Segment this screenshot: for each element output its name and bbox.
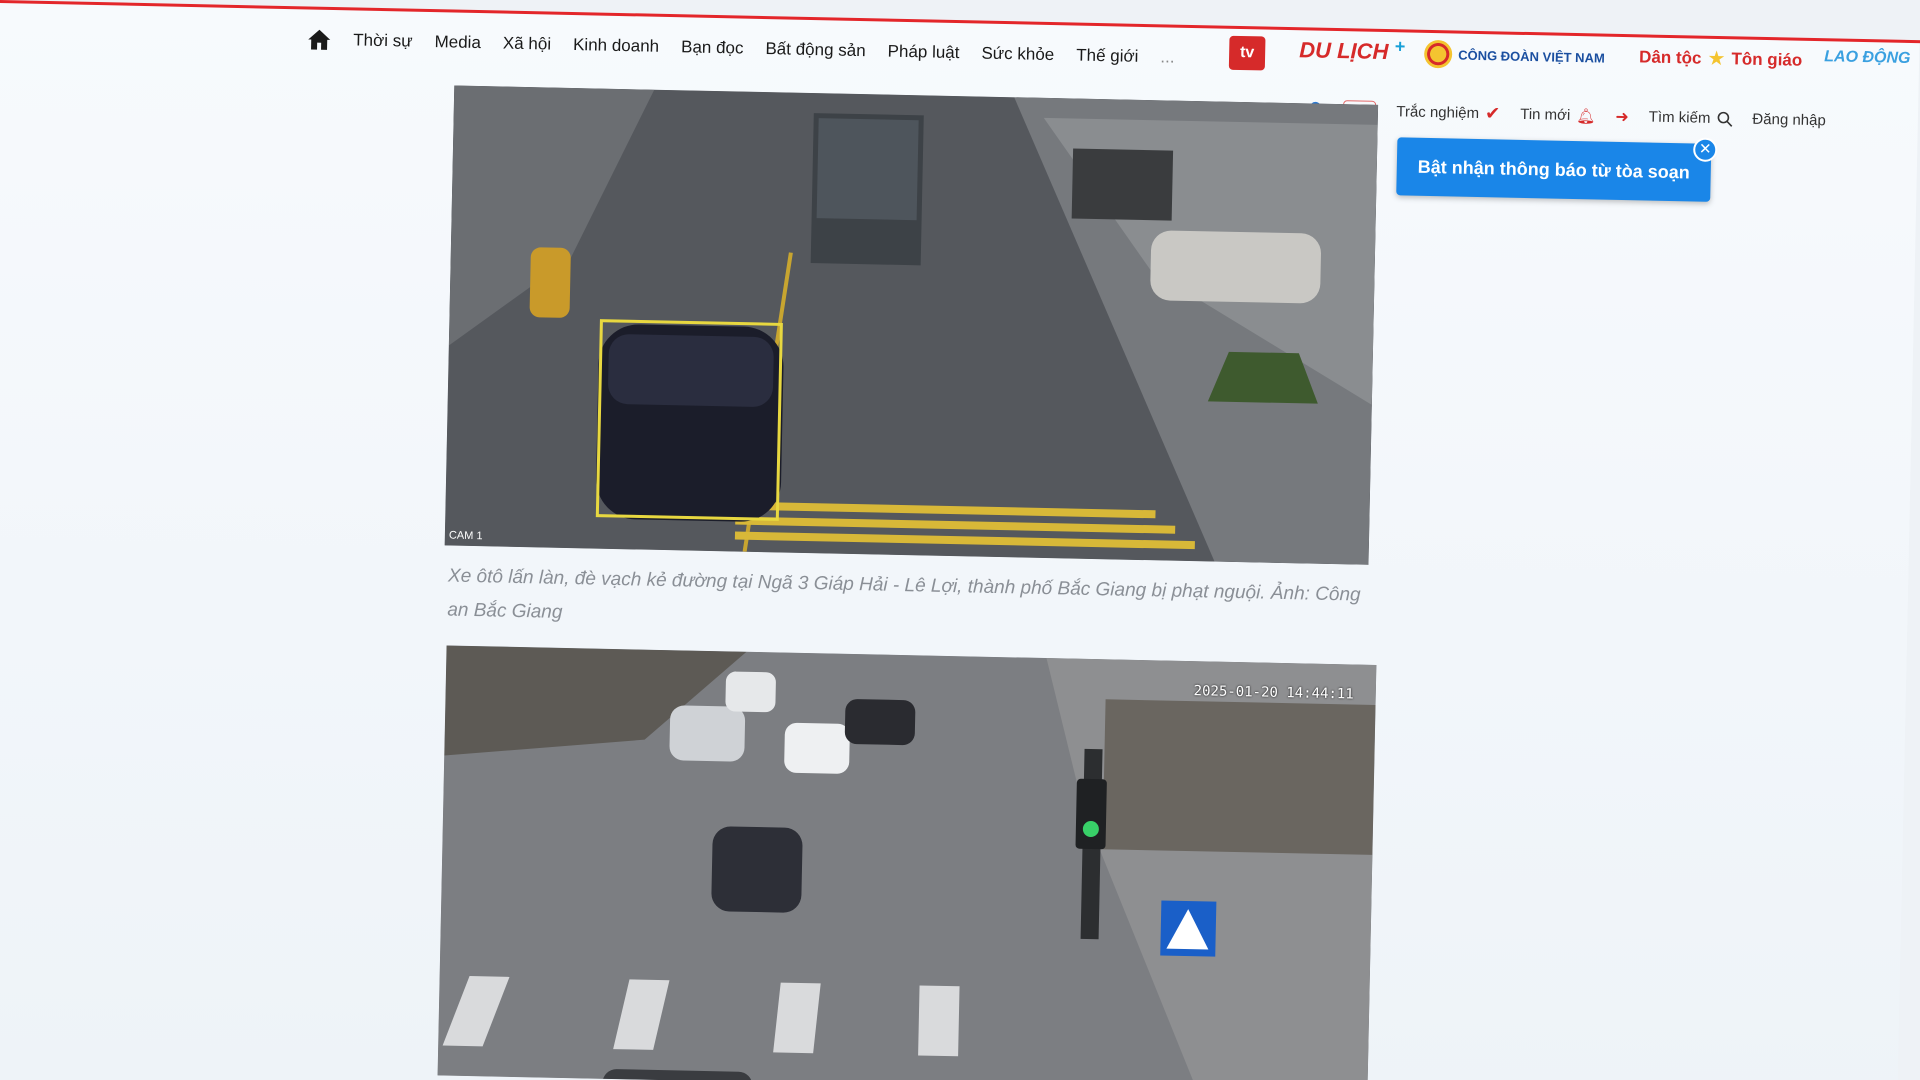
main-nav: Thời sự Media Xã hội Kinh doanh Bạn đọc … <box>307 28 1175 68</box>
traffic-camera-photo-1 <box>444 85 1379 565</box>
tv-logo-text: tv <box>1239 43 1255 62</box>
search-icon <box>1717 111 1732 127</box>
nav-more[interactable]: ... <box>1160 47 1175 67</box>
nav-item-media[interactable]: Media <box>434 32 481 53</box>
nav-item-phap-luat[interactable]: Pháp luật <box>887 42 959 64</box>
dan-toc-text: Dân tộc <box>1638 46 1702 68</box>
close-icon[interactable]: ✕ <box>1692 137 1718 162</box>
ton-giao-text: Tôn giáo <box>1731 48 1803 70</box>
nav-item-suc-khoe[interactable]: Sức khỏe <box>981 44 1054 66</box>
nav-item-kinh-doanh[interactable]: Kinh doanh <box>573 35 659 57</box>
nav-item-thoi-su[interactable]: Thời sự <box>353 30 413 51</box>
notification-prompt-text: Bật nhận thông báo từ tòa soạn <box>1417 156 1690 182</box>
traffic-camera-photo-2 <box>437 645 1377 1080</box>
checkmark-icon: ✔ <box>1484 103 1501 124</box>
nav-item-the-gioi[interactable]: Thế giới <box>1076 46 1139 67</box>
camera-label: CAM 1 <box>448 529 483 543</box>
cong-doan-emblem-icon <box>1423 39 1453 69</box>
quiz-link[interactable]: Trắc nghiệm ✔ <box>1396 101 1500 124</box>
du-lich-logo-link[interactable]: DU LỊCH + <box>1298 35 1406 65</box>
utility-bar: ⚲ 598 Trắc nghiệm ✔ Tin mới 🔔︎ ➜ Tìm kiế… <box>1308 97 1826 133</box>
cong-doan-logo-text: CÔNG ĐOÀN VIỆT NAM <box>1458 47 1605 66</box>
du-lich-logo-text: DU LỊCH <box>1298 37 1389 65</box>
latest-news-label: Tin mới <box>1520 105 1571 124</box>
search-label: Tìm kiếm <box>1648 108 1711 127</box>
search-link[interactable]: Tìm kiếm <box>1649 109 1733 128</box>
dan-toc-ton-giao-link[interactable]: Dân tộc ★ Tôn giáo <box>1639 44 1803 72</box>
quiz-label: Trắc nghiệm <box>1396 103 1480 122</box>
lao-dong-logo-text: LAO ĐỘNG <box>1824 48 1911 68</box>
login-arrow-icon[interactable]: ➜ <box>1615 106 1629 126</box>
article-photo-2[interactable]: 2025-01-20 14:44:11 <box>437 645 1377 1080</box>
bell-icon: 🔔︎ <box>1576 107 1596 125</box>
login-label: Đăng nhập <box>1752 110 1826 130</box>
latest-news-link[interactable]: Tin mới 🔔︎ <box>1520 105 1596 125</box>
nav-item-xa-hoi[interactable]: Xã hội <box>503 34 552 55</box>
login-link[interactable]: Đăng nhập <box>1752 111 1826 130</box>
notification-prompt[interactable]: Bật nhận thông báo từ tòa soạn ✕ <box>1396 137 1718 202</box>
camera-timestamp: 2025-01-20 14:44:11 <box>1193 683 1354 703</box>
nav-item-bat-dong-san[interactable]: Bất động sản <box>765 39 866 61</box>
star-icon: ★ <box>1707 47 1726 71</box>
home-icon[interactable] <box>307 28 331 50</box>
plus-icon: + <box>1394 35 1406 56</box>
lao-dong-logo-link[interactable]: LAO ĐỘNG <box>1824 48 1911 68</box>
nav-item-ban-doc[interactable]: Bạn đọc <box>681 37 744 58</box>
tv-logo-link[interactable]: tv <box>1228 35 1266 71</box>
cong-doan-logo-link[interactable]: CÔNG ĐOÀN VIỆT NAM <box>1423 39 1605 72</box>
header-red-rule <box>0 0 1920 45</box>
photo-caption: Xe ôtô lấn làn, đè vạch kẻ đường tại Ngã… <box>447 565 1361 623</box>
article-photo-1[interactable]: CAM 1 <box>444 85 1379 565</box>
